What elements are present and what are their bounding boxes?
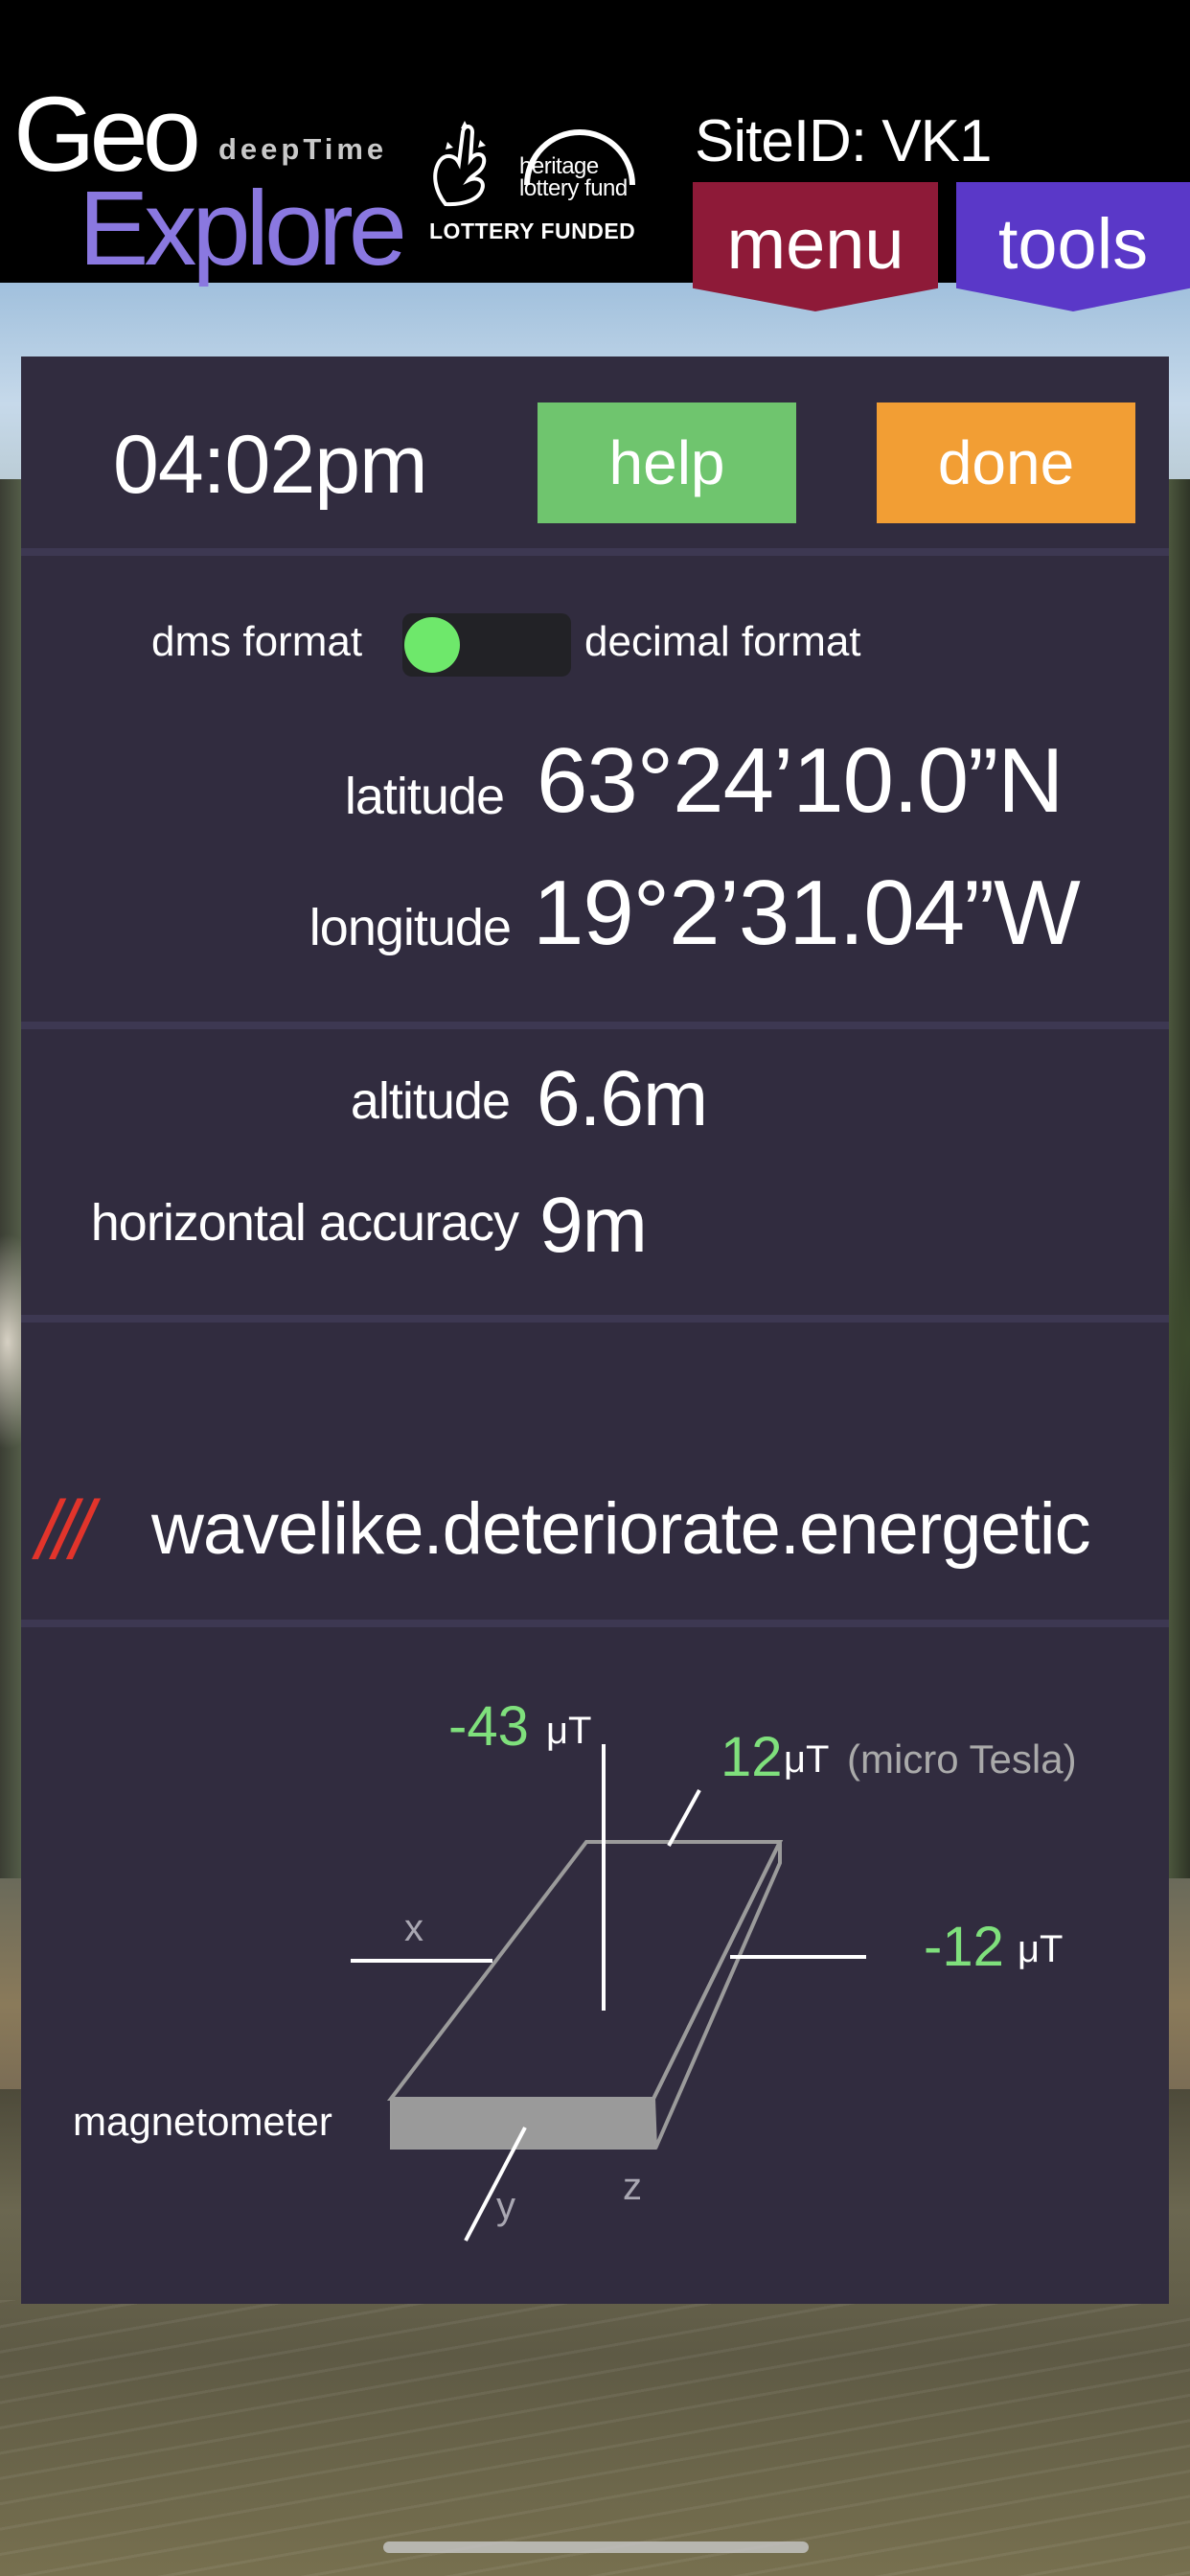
latitude-label: latitude bbox=[344, 768, 505, 825]
mag-top-value: 12 bbox=[721, 1726, 783, 1788]
mag-vertical-unit: μT bbox=[546, 1710, 592, 1752]
site-id: SiteID: VK1 bbox=[695, 108, 992, 174]
home-indicator[interactable] bbox=[383, 2542, 809, 2553]
what3words-address[interactable]: wavelike.deteriorate.energetic bbox=[151, 1487, 1091, 1571]
current-time: 04:02pm bbox=[113, 419, 428, 511]
mag-side-unit: μT bbox=[1018, 1928, 1064, 1970]
what3words-icon: /// bbox=[36, 1484, 94, 1576]
device-side-face bbox=[651, 1841, 782, 2150]
logo-deeptime: deepTime bbox=[218, 132, 388, 166]
tools-button[interactable]: tools bbox=[956, 182, 1190, 311]
axis-y-label: y bbox=[496, 2185, 515, 2227]
axis-x-label: x bbox=[404, 1907, 423, 1949]
horizontal-accuracy-value: 9m bbox=[539, 1182, 648, 1269]
dms-format-label: dms format bbox=[151, 618, 363, 665]
device-front-face bbox=[390, 2098, 657, 2150]
lottery-funded-label: LOTTERY FUNDED bbox=[429, 218, 636, 243]
altitude-value: 6.6m bbox=[537, 1055, 708, 1142]
magnetometer-label: magnetometer bbox=[73, 2099, 332, 2144]
altitude-label: altitude bbox=[350, 1072, 511, 1130]
menu-button[interactable]: menu bbox=[693, 182, 938, 311]
tools-label: tools bbox=[997, 204, 1149, 284]
help-button[interactable]: help bbox=[538, 402, 796, 523]
logo-explore: Explore bbox=[79, 170, 407, 288]
horizontal-accuracy-label: horizontal accuracy bbox=[90, 1194, 519, 1252]
mag-side-value: -12 bbox=[924, 1916, 1004, 1978]
device-top-face bbox=[386, 1840, 784, 2101]
divider bbox=[21, 1315, 1169, 1322]
divider bbox=[21, 1022, 1169, 1029]
mag-top-unit: μT bbox=[784, 1738, 830, 1781]
top-axis-line bbox=[667, 1789, 701, 1847]
lottery-hand-icon bbox=[433, 121, 487, 207]
format-toggle[interactable] bbox=[402, 613, 571, 677]
heritage-lottery-fund-label: heritage lottery fund bbox=[519, 153, 628, 201]
longitude-value: 19°2’31.04”W bbox=[533, 862, 1081, 964]
latitude-value: 63°24’10.0”N bbox=[537, 729, 1064, 832]
background-ripples bbox=[0, 2300, 1190, 2576]
done-button[interactable]: done bbox=[877, 402, 1135, 523]
axis-z-label: z bbox=[623, 2166, 642, 2208]
toggle-knob bbox=[404, 617, 460, 673]
longitude-label: longitude bbox=[309, 899, 512, 956]
divider bbox=[21, 1620, 1169, 1627]
menu-label: menu bbox=[726, 204, 904, 284]
mag-vertical-value: -43 bbox=[448, 1695, 529, 1758]
divider bbox=[21, 548, 1169, 556]
mag-unit-note: (micro Tesla) bbox=[847, 1736, 1077, 1782]
decimal-format-label: decimal format bbox=[584, 618, 861, 665]
